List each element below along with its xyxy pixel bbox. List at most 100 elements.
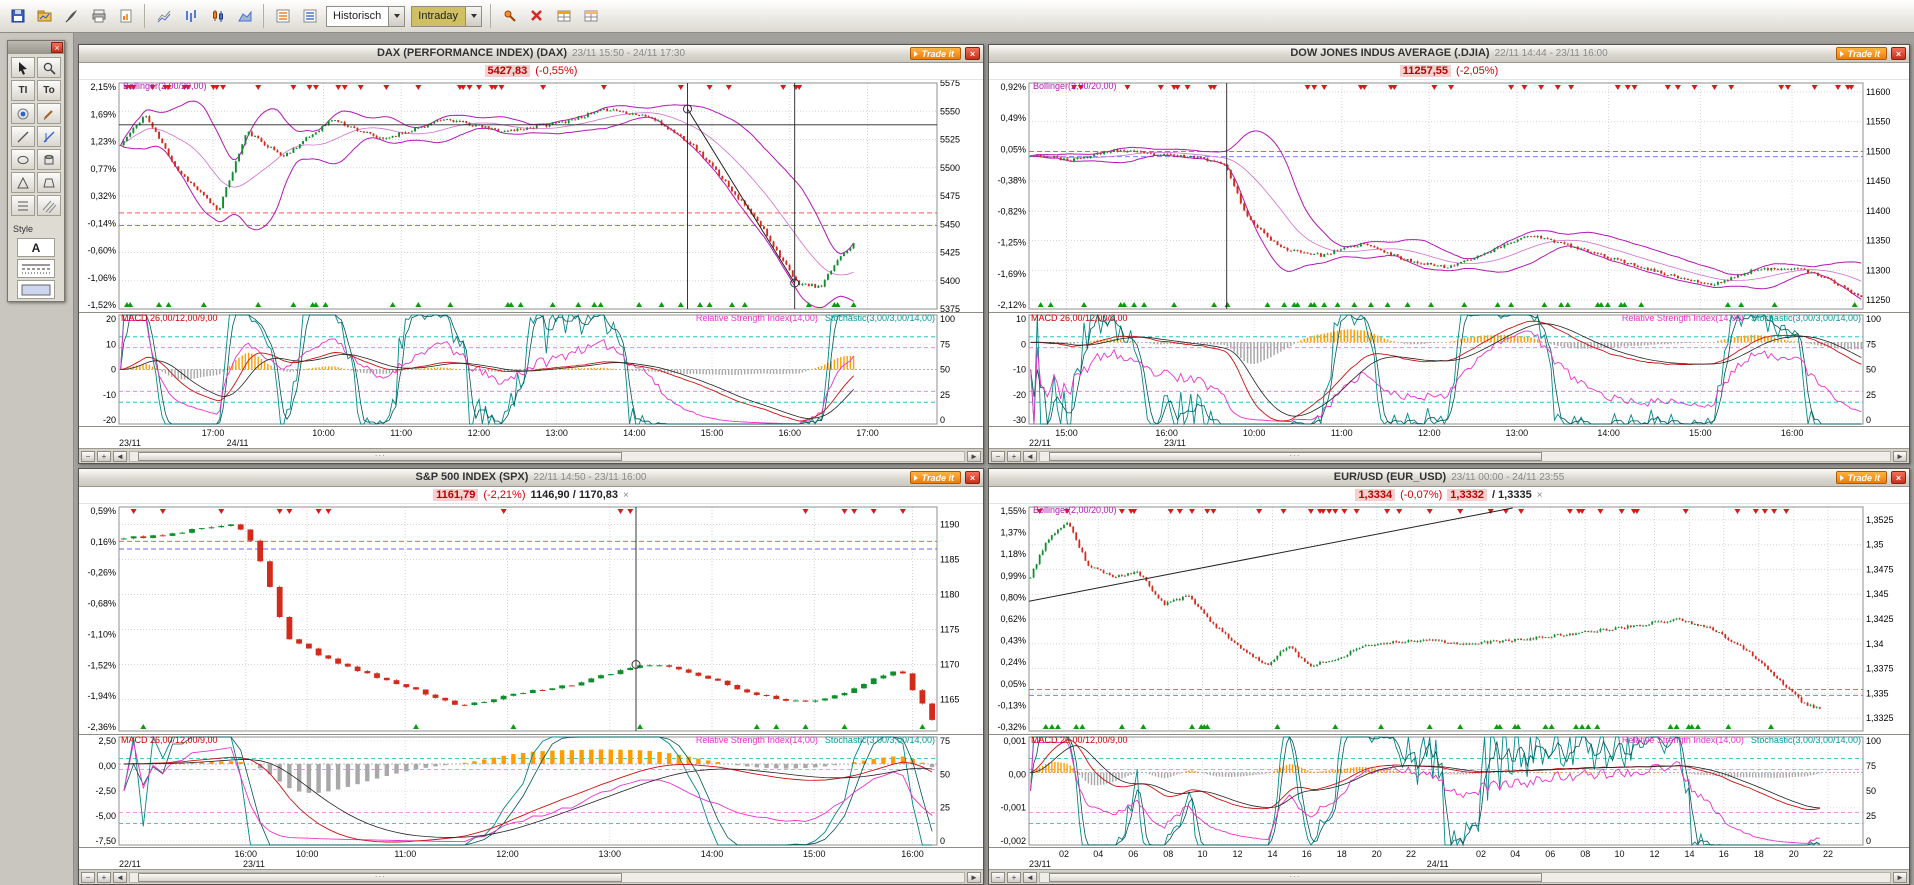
- save-button[interactable]: [5, 4, 30, 29]
- palette-tools: TI To: [8, 54, 64, 219]
- zoom-tool[interactable]: [37, 57, 61, 78]
- scrollbar-thumb[interactable]: ···: [1049, 452, 1542, 461]
- time-tick-label: 13:00: [599, 849, 622, 859]
- open-chart-button[interactable]: [32, 4, 57, 29]
- scroll-right-button[interactable]: ►: [967, 451, 981, 462]
- candle-chart-type-button[interactable]: [205, 4, 230, 29]
- scrollbar-track[interactable]: ···: [1039, 451, 1891, 462]
- trade-it-button[interactable]: Trade it: [910, 47, 961, 60]
- trade-it-button[interactable]: Trade it: [1836, 471, 1887, 484]
- annotate-button[interactable]: [59, 4, 84, 29]
- price-chart-eurusd[interactable]: Bollinger(2,00/20,00)1,35251,351,34751,3…: [989, 504, 1909, 734]
- window-titlebar[interactable]: EUR/USD (EUR_USD)23/11 00:00 - 24/11 23:…: [989, 469, 1909, 487]
- eye-icon: [16, 107, 30, 121]
- zoom-out-button[interactable]: −: [991, 451, 1005, 462]
- time-tick-label: 22: [1823, 849, 1833, 859]
- window-titlebar[interactable]: S&P 500 INDEX (SPX)22/11 14:50 - 23/11 1…: [79, 469, 983, 487]
- scroll-left-button[interactable]: ◄: [113, 872, 127, 883]
- history-dropdown[interactable]: Historisch: [326, 6, 405, 27]
- layout-grid-button[interactable]: [551, 4, 576, 29]
- scrollbar-thumb[interactable]: ···: [1049, 873, 1542, 882]
- area-chart-type-button[interactable]: [232, 4, 257, 29]
- indicator-svg: 20100-10-201007550250: [79, 313, 983, 426]
- scrollbar-track[interactable]: ···: [129, 451, 965, 462]
- trade-it-button[interactable]: Trade it: [1836, 47, 1887, 60]
- font-style-box[interactable]: A: [17, 238, 55, 257]
- scroll-left-button[interactable]: ◄: [1023, 451, 1037, 462]
- scrollbar-thumb[interactable]: ···: [138, 452, 622, 461]
- export-chart-button[interactable]: [113, 4, 138, 29]
- window-titlebar[interactable]: DAX (PERFORMANCE INDEX) (DAX)23/11 15:50…: [79, 45, 983, 63]
- price-chart-djia[interactable]: Bollinger(2,00/20,00)1160011550115001145…: [989, 80, 1909, 312]
- zoom-in-button[interactable]: +: [97, 451, 111, 462]
- svg-text:0,49%: 0,49%: [1000, 113, 1026, 123]
- price-chart-dax[interactable]: Bollinger(2,00/20,00)5575555055255500547…: [79, 80, 983, 312]
- palette-close-button[interactable]: ×: [51, 42, 63, 53]
- scroll-right-button[interactable]: ►: [1893, 451, 1907, 462]
- quote-list-button[interactable]: [270, 4, 295, 29]
- parallel-lines-tool[interactable]: [37, 195, 61, 216]
- time-tick-label: 04: [1510, 849, 1520, 859]
- zoom-in-button[interactable]: +: [1007, 451, 1021, 462]
- fibonacci-tool[interactable]: [11, 195, 35, 216]
- print-button[interactable]: [86, 4, 111, 29]
- indicator-svg: 0,0010,00-0,001-0,0021007550250: [989, 735, 1909, 847]
- trade-it-label: Trade it: [922, 473, 954, 483]
- svg-text:1,335: 1,335: [1866, 688, 1889, 698]
- interval-dropdown[interactable]: Intraday: [411, 6, 482, 27]
- pin-button[interactable]: [497, 4, 522, 29]
- watchlist-button[interactable]: [297, 4, 322, 29]
- select-tool[interactable]: [11, 57, 35, 78]
- zoom-out-button[interactable]: −: [81, 872, 95, 883]
- palette-titlebar[interactable]: ×: [8, 41, 64, 54]
- bollinger-label: Bollinger(2,00/20,00): [1033, 81, 1117, 91]
- text-label-tool[interactable]: To: [37, 80, 61, 101]
- remove-button[interactable]: [524, 4, 549, 29]
- page-chart-icon: [118, 8, 134, 24]
- indicator-panel-eurusd[interactable]: MACD 26,00/12,00/9,00 Relative Strength …: [989, 734, 1909, 847]
- zoom-in-button[interactable]: +: [97, 872, 111, 883]
- scrollbar-thumb[interactable]: ···: [138, 873, 622, 882]
- layout-grid2-button[interactable]: [578, 4, 603, 29]
- time-axis: 0204060810121416182022020406081012141618…: [989, 847, 1909, 869]
- quote-dismiss-icon[interactable]: ×: [1537, 490, 1543, 501]
- fill-style-box[interactable]: [17, 280, 55, 299]
- window-close-button[interactable]: ×: [965, 47, 980, 60]
- svg-text:5575: 5575: [940, 80, 960, 88]
- crossline-tool[interactable]: [37, 126, 61, 147]
- scroll-right-button[interactable]: ►: [967, 872, 981, 883]
- line-chart-type-button[interactable]: [151, 4, 176, 29]
- trade-it-label: Trade it: [1848, 473, 1880, 483]
- indicator-panel-dax[interactable]: MACD 26,00/12,00/9,00 Relative Strength …: [79, 312, 983, 426]
- polygon-tool[interactable]: [37, 172, 61, 193]
- window-close-button[interactable]: ×: [1891, 471, 1906, 484]
- window-close-button[interactable]: ×: [1891, 47, 1906, 60]
- scrollbar-track[interactable]: ···: [1039, 872, 1891, 883]
- quote-dismiss-icon[interactable]: ×: [623, 490, 629, 501]
- svg-text:5375: 5375: [940, 304, 960, 312]
- indicator-panel-spx[interactable]: MACD 26,00/12,00/9,00 Relative Strength …: [79, 734, 983, 847]
- price-chart-spx[interactable]: 1190118511801175117011650,59%0,16%-0,26%…: [79, 504, 983, 734]
- scroll-left-button[interactable]: ◄: [113, 451, 127, 462]
- zoom-in-button[interactable]: +: [1007, 872, 1021, 883]
- bollinger-label: Bollinger(2,00/20,00): [123, 81, 207, 91]
- pencil-tool[interactable]: [37, 103, 61, 124]
- text-tool[interactable]: TI: [11, 80, 35, 101]
- scroll-right-button[interactable]: ►: [1893, 872, 1907, 883]
- trendline-tool[interactable]: [11, 126, 35, 147]
- cylinder-tool[interactable]: [37, 149, 61, 170]
- triangle-tool[interactable]: [11, 172, 35, 193]
- indicator-panel-djia[interactable]: MACD 26,00/12,00/9,00 Relative Strength …: [989, 312, 1909, 426]
- scrollbar-track[interactable]: ···: [129, 872, 965, 883]
- ohlc-chart-type-button[interactable]: [178, 4, 203, 29]
- trade-it-button[interactable]: Trade it: [910, 471, 961, 484]
- line-style-box[interactable]: [17, 259, 55, 278]
- zoom-out-button[interactable]: −: [81, 451, 95, 462]
- window-titlebar[interactable]: DOW JONES INDUS AVERAGE (.DJIA)22/11 14:…: [989, 45, 1909, 63]
- window-close-button[interactable]: ×: [965, 471, 980, 484]
- svg-text:1,35: 1,35: [1866, 540, 1884, 550]
- eye-tool[interactable]: [11, 103, 35, 124]
- zoom-out-button[interactable]: −: [991, 872, 1005, 883]
- scroll-left-button[interactable]: ◄: [1023, 872, 1037, 883]
- ellipse-tool[interactable]: [11, 149, 35, 170]
